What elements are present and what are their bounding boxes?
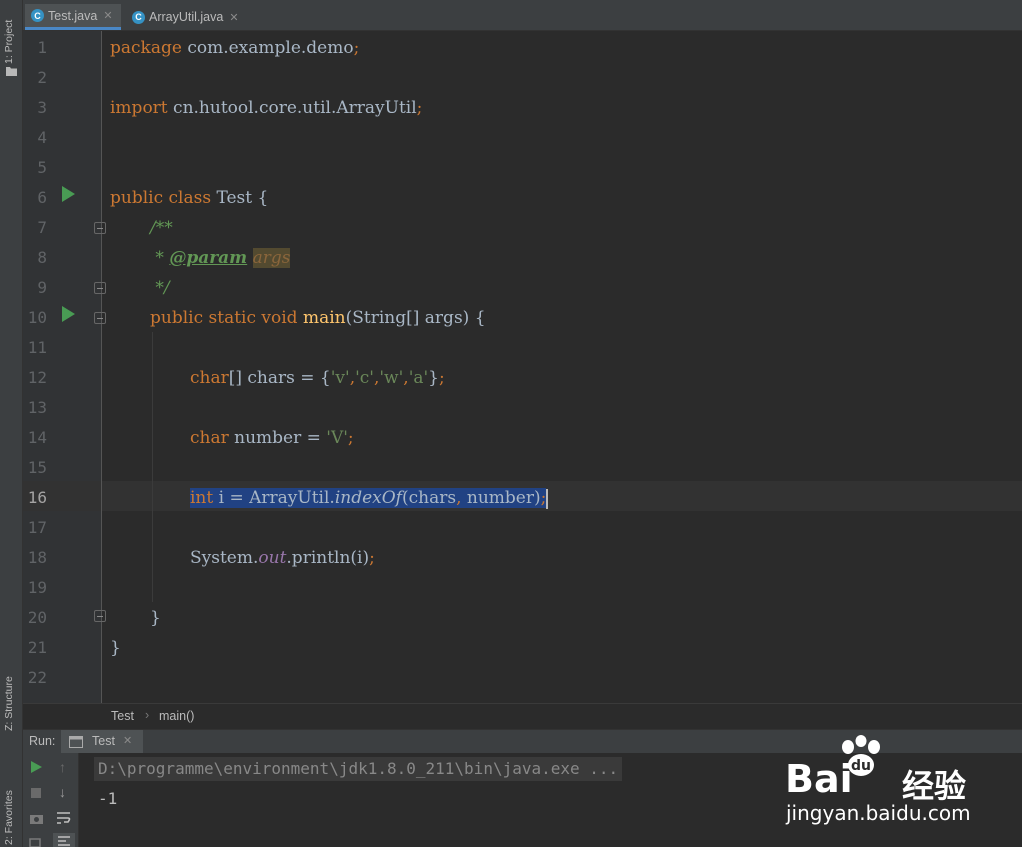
breadcrumb-chevron-icon: ›	[145, 708, 150, 722]
line-number: 9	[37, 278, 47, 297]
close-icon[interactable]: ✕	[229, 11, 238, 24]
structure-tool-tab[interactable]: Z: Structure	[0, 675, 22, 735]
restore-layout-icon[interactable]	[29, 836, 44, 847]
breadcrumb-method[interactable]: main()	[159, 709, 194, 723]
svg-text:du: du	[851, 758, 871, 774]
code-line: char number = 'V';	[190, 428, 354, 448]
code-line: package com.example.demo;	[110, 38, 360, 58]
code-line-selected: int i = ArrayUtil.indexOf(chars, number)…	[190, 488, 549, 509]
close-icon[interactable]: ✕	[123, 734, 132, 747]
project-tool-tab[interactable]: 1: Project	[0, 0, 22, 76]
scroll-to-end-icon	[58, 836, 70, 846]
line-number: 13	[27, 398, 47, 417]
text-caret	[546, 488, 549, 509]
close-icon[interactable]: ✕	[103, 9, 112, 22]
line-number-current: 16	[27, 488, 47, 507]
code-line: import cn.hutool.core.util.ArrayUtil;	[110, 98, 423, 118]
code-line: * @param args	[150, 248, 291, 268]
line-number: 11	[27, 338, 47, 357]
baidu-jingyan-watermark: du Bai 经验 jingyan.baidu.com	[780, 735, 1010, 835]
run-main-icon[interactable]	[62, 306, 75, 322]
breadcrumb: Test › main()	[23, 703, 1022, 730]
breadcrumb-class[interactable]: Test	[111, 709, 134, 723]
folder-icon	[6, 67, 17, 76]
gutter-separator	[101, 31, 102, 703]
line-number: 20	[27, 608, 47, 627]
java-class-icon: C	[132, 10, 145, 24]
line-number: 10	[27, 308, 47, 327]
soft-wrap-icon[interactable]	[56, 811, 72, 825]
fold-icon[interactable]	[94, 282, 106, 294]
run-panel-label: Run:	[29, 734, 56, 748]
line-number: 14	[27, 428, 47, 447]
structure-tool-tab-label: Z: Structure	[3, 676, 15, 731]
line-number: 18	[27, 548, 47, 567]
run-toolbar: ↑ ↓	[23, 753, 79, 847]
console-icon	[69, 736, 83, 748]
fold-icon[interactable]	[94, 222, 106, 234]
favorites-tool-tab[interactable]: 2: Favorites	[0, 775, 22, 847]
code-line: public static void main(String[] args) {	[150, 308, 486, 328]
editor-tab-bar: C Test.java ✕ C ArrayUtil.java ✕	[23, 0, 1022, 31]
java-class-icon: C	[31, 9, 44, 22]
code-line: char[] chars = {'v','c','w','a'};	[190, 368, 445, 388]
tab-arrayutil-java[interactable]: C ArrayUtil.java ✕	[126, 4, 254, 30]
code-line: }	[110, 638, 121, 658]
run-tab-test[interactable]: Test ✕	[61, 730, 143, 754]
watermark-url: jingyan.baidu.com	[786, 801, 971, 825]
line-number: 22	[27, 668, 47, 687]
watermark-brand-left: Bai	[785, 757, 853, 801]
line-number: 7	[37, 218, 47, 237]
line-number: 3	[37, 98, 47, 117]
fold-icon[interactable]	[94, 610, 106, 622]
code-line: */	[150, 278, 170, 298]
run-class-icon[interactable]	[62, 186, 75, 202]
line-number: 21	[27, 638, 47, 657]
console-output-line: -1	[98, 789, 118, 808]
line-number: 1	[37, 38, 47, 57]
stop-icon[interactable]	[31, 788, 41, 798]
line-number: 2	[37, 68, 47, 87]
line-number: 5	[37, 158, 47, 177]
scroll-to-end-button[interactable]	[53, 833, 75, 847]
tab-label: ArrayUtil.java	[149, 10, 224, 24]
tab-label: Test.java	[48, 8, 98, 23]
console-command-line: D:\programme\environment\jdk1.8.0_211\bi…	[94, 757, 623, 781]
arrow-up-icon[interactable]: ↑	[59, 759, 66, 775]
rerun-icon[interactable]	[31, 761, 42, 773]
tab-test-java[interactable]: C Test.java ✕	[25, 4, 121, 30]
arrow-down-icon[interactable]: ↓	[59, 784, 66, 800]
camera-icon[interactable]	[29, 812, 44, 825]
line-number: 15	[27, 458, 47, 477]
line-number: 19	[27, 578, 47, 597]
line-number: 12	[27, 368, 47, 387]
line-number: 8	[37, 248, 47, 267]
indent-guide	[152, 332, 153, 602]
project-tool-tab-label: 1: Project	[3, 19, 15, 64]
code-line: /**	[150, 218, 173, 238]
line-number: 6	[37, 188, 47, 207]
code-line: System.out.println(i);	[190, 548, 375, 568]
left-tool-strip: 1: Project Z: Structure 2: Favorites	[0, 0, 23, 847]
fold-icon[interactable]	[94, 312, 106, 324]
line-number: 17	[27, 518, 47, 537]
line-number: 4	[37, 128, 47, 147]
code-line: public class Test {	[110, 188, 269, 208]
code-line: }	[150, 608, 161, 628]
favorites-tool-tab-label: 2: Favorites	[3, 790, 15, 845]
run-tab-label: Test	[92, 734, 115, 748]
